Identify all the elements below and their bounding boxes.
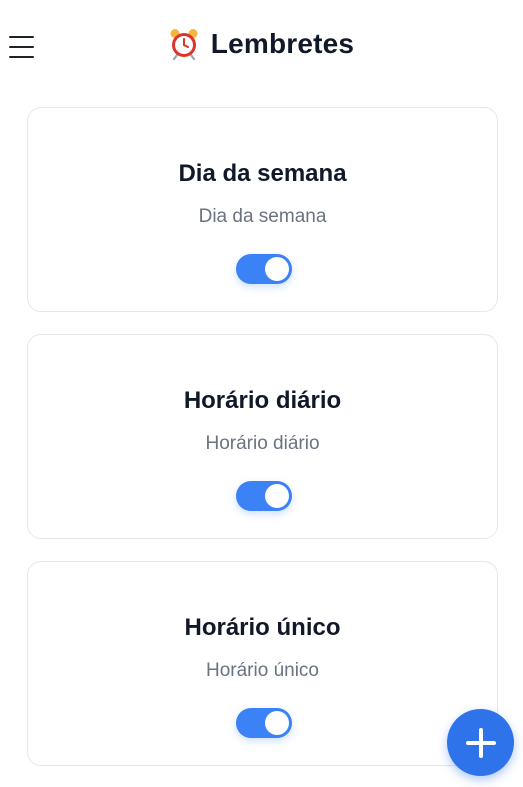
reminder-card-daily: Horário diário Horário diário <box>27 334 498 539</box>
reminder-card-title: Horário único <box>184 614 341 641</box>
reminder-toggle[interactable] <box>236 708 292 738</box>
reminder-card-weekday: Dia da semana Dia da semana <box>27 107 498 312</box>
add-reminder-button[interactable] <box>447 709 514 776</box>
toggle-knob <box>265 711 289 735</box>
toggle-knob <box>265 257 289 281</box>
page-title: Lembretes <box>210 28 355 59</box>
app-root: Lembretes Dia da semana Dia da semana Ho… <box>0 0 523 787</box>
reminder-toggle[interactable] <box>236 481 292 511</box>
reminder-toggle[interactable] <box>236 254 292 284</box>
toggle-knob <box>265 484 289 508</box>
reminder-card-title: Dia da semana <box>178 160 347 187</box>
alarm-clock-icon <box>170 29 198 60</box>
reminder-card-subtitle: Horário diário <box>205 433 320 454</box>
page-title-group: Lembretes <box>0 28 523 60</box>
reminder-card-title: Horário diário <box>183 387 342 414</box>
app-header: Lembretes <box>0 0 523 96</box>
reminder-card-once: Horário único Horário único <box>27 561 498 766</box>
reminder-card-subtitle: Dia da semana <box>198 206 327 227</box>
plus-icon <box>465 727 496 758</box>
reminder-card-subtitle: Horário único <box>206 660 319 681</box>
